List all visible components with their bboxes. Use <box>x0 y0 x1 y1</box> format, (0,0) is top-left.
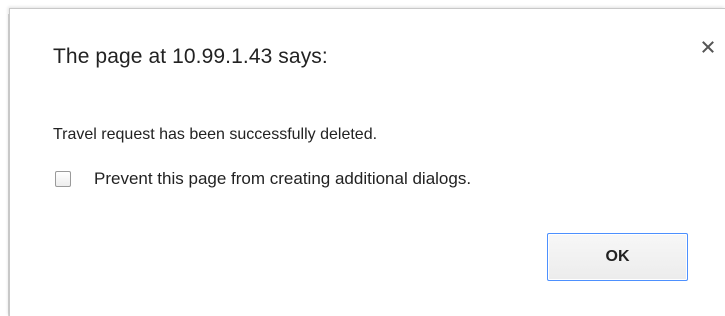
prevent-dialogs-checkbox[interactable] <box>55 171 71 187</box>
dialog-message: Travel request has been successfully del… <box>53 126 378 143</box>
dialog-title: The page at 10.99.1.43 says: <box>53 45 328 68</box>
prevent-dialogs-label[interactable]: Prevent this page from creating addition… <box>94 169 471 189</box>
close-button[interactable] <box>696 35 720 59</box>
prevent-dialogs-option[interactable]: Prevent this page from creating addition… <box>55 169 471 189</box>
ok-button[interactable]: OK <box>547 233 688 281</box>
alert-dialog: The page at 10.99.1.43 says: Travel requ… <box>9 8 725 316</box>
close-icon <box>702 41 714 53</box>
